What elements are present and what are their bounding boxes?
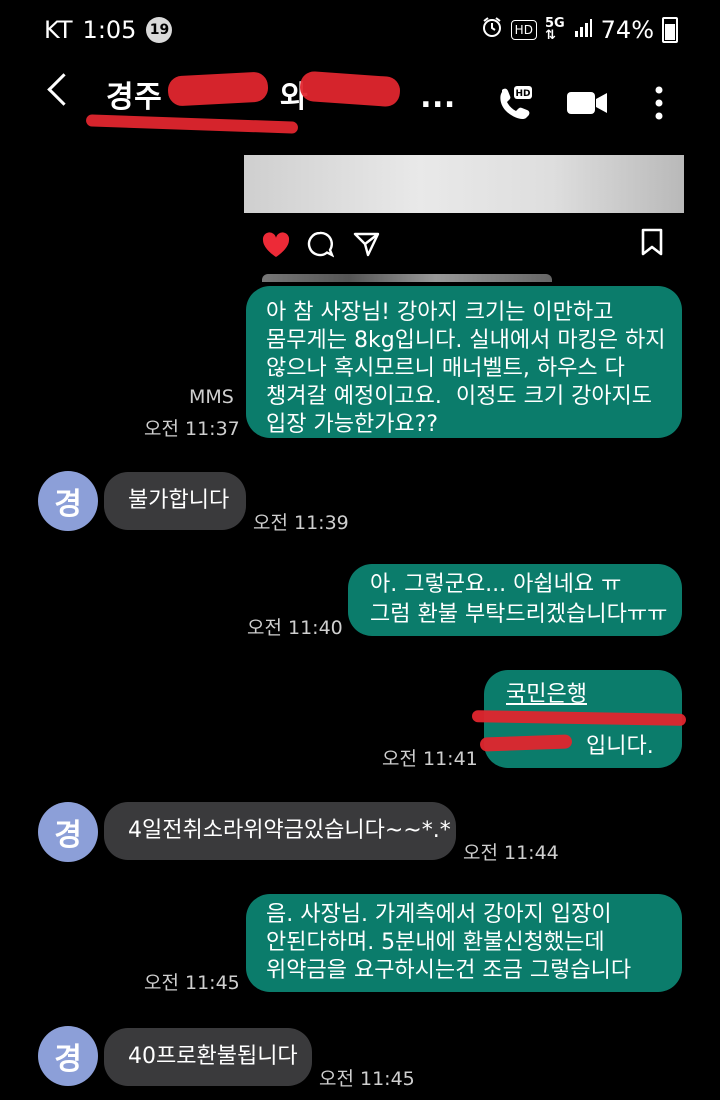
redaction-mark (167, 71, 269, 107)
message-time: 오전 11:37 (144, 418, 240, 440)
message-line: 아. 그렇군요... 아쉽네요 ㅠ (370, 572, 622, 597)
message-time: 오전 11:45 (319, 1068, 415, 1090)
message-line: 않으나 혹시모르니 매너벨트, 하우스 다 (266, 356, 625, 381)
redaction-mark (85, 114, 299, 134)
avatar[interactable]: 경 (38, 802, 98, 862)
title-start: 경주 (106, 80, 163, 115)
clock: 1:05 (82, 16, 137, 44)
message-time: 오전 11:40 (247, 617, 343, 639)
signal-icon (573, 16, 593, 44)
incoming-message-bubble[interactable]: 4일전취소라위약금있습니다~~*.* (104, 802, 456, 860)
hd-voice-call-icon[interactable]: HD (494, 84, 534, 128)
avatar[interactable]: 경 (38, 1026, 98, 1086)
video-call-icon[interactable] (566, 88, 608, 122)
alarm-icon (481, 16, 503, 44)
carrier-label: KT (44, 16, 73, 44)
title-end: ... (420, 80, 456, 115)
message-type-label: MMS (189, 386, 234, 408)
message-time: 오전 11:39 (253, 512, 349, 534)
message-time: 오전 11:45 (144, 972, 240, 994)
message-text: 40프로환불됩니다 (128, 1044, 298, 1069)
back-icon[interactable] (47, 73, 80, 106)
message-time: 오전 11:41 (382, 748, 478, 770)
message-line: 입장 가능한가요?? (266, 412, 439, 437)
incoming-message-bubble[interactable]: 40프로환불됩니다 (104, 1028, 312, 1086)
battery-level: 74% (600, 16, 654, 44)
chat-title: 경주 와 ... (106, 72, 456, 116)
status-bar-right: HD 5G ⇅ 74% (481, 16, 678, 44)
more-icon[interactable] (654, 86, 664, 124)
battery-icon (662, 17, 678, 43)
outgoing-message-bubble[interactable]: 아. 그렇군요... 아쉽네요 ㅠ 그럼 환불 부탁드리겠습니다ㅠㅠ (348, 564, 682, 636)
notification-count-badge: 19 (146, 17, 173, 43)
message-line: 음. 사장님. 가게측에서 강아지 입장이 (266, 902, 612, 927)
message-line: 입니다. (586, 734, 654, 759)
status-bar-left: KT 1:05 19 (44, 16, 173, 44)
outgoing-message-bubble[interactable]: 아 참 사장님! 강아지 크기는 이만하고 몸무게는 8kg입니다. 실내에서 … (246, 286, 682, 438)
5g-icon: 5G ⇅ (544, 16, 565, 43)
message-text: 4일전취소라위약금있습니다~~*.* (128, 818, 451, 843)
message-line: 몸무게는 8kg입니다. 실내에서 마킹은 하지 (266, 328, 666, 353)
bookmark-icon (640, 228, 664, 260)
likes-strip (262, 270, 552, 282)
heart-icon (262, 232, 290, 258)
shared-photo[interactable] (244, 155, 684, 213)
message-line: 챙겨갈 예정이고요. 이정도 크기 강아지도 (266, 384, 653, 409)
hd-icon: HD (510, 20, 537, 40)
message-time: 오전 11:44 (463, 842, 559, 864)
message-line: 국민은행 (506, 682, 587, 707)
message-text: 불가합니다 (128, 488, 230, 513)
comment-icon (306, 230, 335, 262)
message-line: 아 참 사장님! 강아지 크기는 이만하고 (266, 300, 614, 325)
message-line: 안된다하며. 5분내에 환불신청했는데 (266, 930, 605, 955)
avatar[interactable]: 경 (38, 471, 98, 531)
outgoing-message-bubble[interactable]: 음. 사장님. 가게측에서 강아지 입장이 안된다하며. 5분내에 환불신청했는… (246, 894, 682, 992)
message-line: 그럼 환불 부탁드리겠습니다ㅠㅠ (370, 602, 668, 627)
message-line: 위약금을 요구하시는건 조금 그렇습니다 (266, 958, 632, 983)
incoming-message-bubble[interactable]: 불가합니다 (104, 472, 246, 530)
send-icon (352, 230, 380, 262)
svg-text:HD: HD (515, 89, 530, 99)
